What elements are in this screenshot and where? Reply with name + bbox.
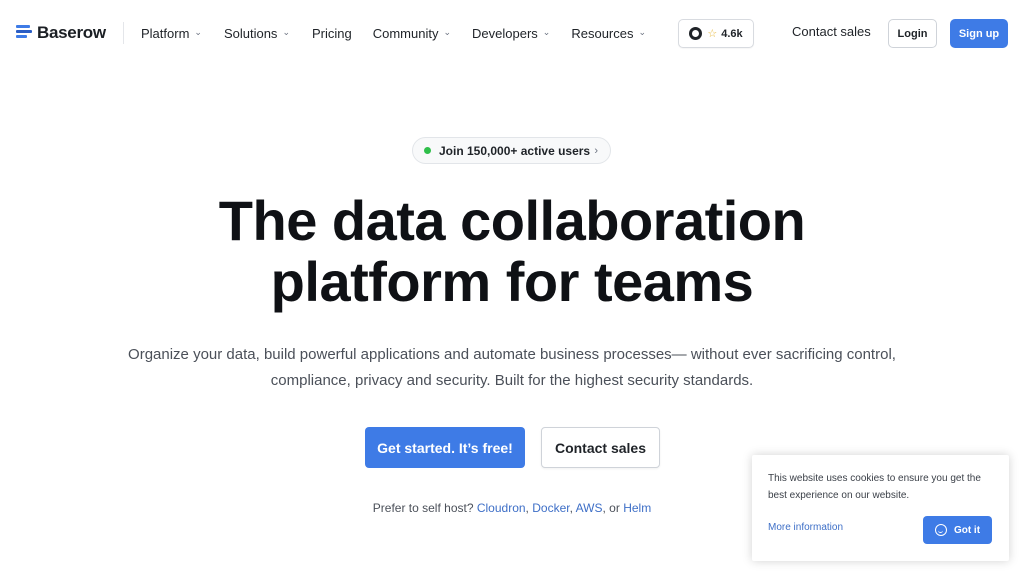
nav-item-label: Community bbox=[372, 25, 439, 41]
contact-sales-link[interactable]: Contact sales bbox=[792, 24, 871, 39]
nav-item-label: Solutions bbox=[223, 25, 278, 41]
get-started-button[interactable]: Get started. It’s free! bbox=[365, 427, 525, 468]
nav-item-resources[interactable]: Resources ⌄ bbox=[571, 26, 646, 41]
docker-link[interactable]: Docker bbox=[532, 501, 569, 515]
hero-title-line-2: platform for teams bbox=[270, 250, 754, 313]
cookie-banner: This website uses cookies to ensure you … bbox=[752, 455, 1009, 561]
github-star-count: 4.6k bbox=[721, 27, 743, 40]
github-stars-button[interactable]: ☆ 4.6k bbox=[678, 19, 754, 48]
nav-item-label: Developers bbox=[472, 25, 538, 41]
chevron-down-icon: ⌄ bbox=[542, 26, 551, 37]
main-menu: Platform ⌄ Solutions ⌄ Pricing Community… bbox=[141, 24, 646, 42]
helm-link[interactable]: Helm bbox=[623, 501, 651, 515]
nav-item-solutions[interactable]: Solutions ⌄ bbox=[224, 26, 290, 41]
chevron-down-icon: ⌄ bbox=[443, 26, 452, 37]
signup-button[interactable]: Sign up bbox=[950, 19, 1008, 48]
page: Baserow Platform ⌄ Solutions ⌄ Pricing C… bbox=[0, 0, 1024, 576]
nav-item-label: Platform bbox=[141, 25, 190, 41]
contact-sales-button[interactable]: Contact sales bbox=[541, 427, 660, 468]
cookie-accept-label: Got it bbox=[953, 524, 981, 536]
github-icon bbox=[689, 27, 703, 40]
nav-item-label: Resources bbox=[571, 25, 634, 41]
login-button[interactable]: Login bbox=[888, 19, 937, 48]
nav-item-label: Pricing bbox=[311, 25, 352, 41]
hero-subtitle: Organize your data, build powerful appli… bbox=[128, 346, 896, 389]
nav-item-developers[interactable]: Developers ⌄ bbox=[472, 26, 550, 41]
nav-item-platform[interactable]: Platform ⌄ bbox=[141, 26, 202, 41]
baserow-logo-icon bbox=[16, 25, 32, 41]
aws-link[interactable]: AWS bbox=[576, 501, 603, 515]
hero-title: The data collaboration platform for team… bbox=[0, 190, 1024, 312]
brand-name: Baserow bbox=[37, 23, 106, 42]
self-host-prefix: Prefer to self host? bbox=[372, 501, 474, 515]
top-nav: Baserow Platform ⌄ Solutions ⌄ Pricing C… bbox=[0, 0, 1024, 66]
chevron-down-icon: ⌄ bbox=[194, 26, 202, 37]
nav-divider bbox=[123, 22, 124, 44]
star-icon: ☆ bbox=[707, 28, 718, 40]
active-users-text: Join 150,000+ active users bbox=[439, 143, 591, 158]
nav-item-community[interactable]: Community ⌄ bbox=[373, 26, 451, 41]
hero-title-line-1: The data collaboration bbox=[218, 189, 806, 252]
chevron-down-icon: ⌄ bbox=[282, 26, 290, 37]
cookie-more-info-link[interactable]: More information bbox=[768, 522, 843, 533]
cloudron-link[interactable]: Cloudron bbox=[477, 501, 526, 515]
chevron-right-icon: › bbox=[594, 144, 598, 157]
status-dot-icon bbox=[424, 147, 431, 154]
smile-icon bbox=[934, 524, 947, 536]
cookie-message: This website uses cookies to ensure you … bbox=[768, 473, 981, 501]
active-users-pill[interactable]: Join 150,000+ active users › bbox=[412, 137, 611, 164]
cookie-accept-button[interactable]: Got it bbox=[923, 516, 992, 544]
separator-comma: , bbox=[525, 501, 529, 515]
separator-comma: , bbox=[569, 501, 573, 515]
nav-item-pricing[interactable]: Pricing bbox=[312, 26, 352, 41]
chevron-down-icon: ⌄ bbox=[638, 26, 647, 37]
brand-logo[interactable]: Baserow bbox=[16, 23, 106, 43]
separator-or: , or bbox=[602, 501, 620, 515]
